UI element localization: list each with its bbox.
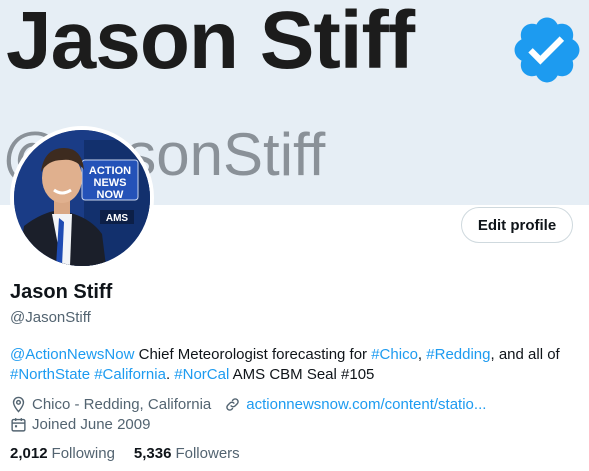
following-link[interactable]: 2,012 Following [10, 445, 115, 462]
sign-line2: NEWS [94, 177, 127, 189]
hashtag-northstate[interactable]: #NorthState [10, 366, 90, 383]
follow-stats: 2,012 Following 5,336 Followers [10, 445, 240, 462]
profile-display-name: Jason Stiff [10, 281, 113, 303]
followers-label: Followers [175, 445, 240, 462]
location-text: Chico - Redding, California [32, 396, 212, 413]
location-pin-icon [12, 396, 25, 413]
profile-meta-row: Chico - Redding, California actionnewsno… [10, 396, 486, 413]
profile-location: Chico - Redding, California [10, 396, 211, 413]
followers-link[interactable]: 5,336 Followers [134, 445, 240, 462]
hashtag-chico[interactable]: #Chico [371, 346, 418, 363]
joined-text: Joined June 2009 [32, 416, 151, 433]
sign-line1: ACTION [89, 165, 131, 177]
calendar-icon [11, 418, 26, 432]
verified-badge-icon [514, 17, 580, 83]
bio-text: AMS CBM Seal #105 [229, 366, 375, 383]
profile-username: @JasonStiff [10, 309, 91, 326]
edit-profile-button[interactable]: Edit profile [461, 207, 573, 243]
hashtag-norcal[interactable]: #NorCal [174, 366, 229, 383]
profile-website[interactable]: actionnewsnow.com/content/statio... [224, 396, 486, 413]
hashtag-california[interactable]: #California [94, 366, 166, 383]
sign-line3: NOW [97, 189, 125, 201]
followers-count: 5,336 [133, 445, 172, 462]
avatar-photo: ACTION NEWS NOW AMS [14, 130, 150, 266]
link-icon [226, 398, 240, 411]
sign-ams: AMS [106, 213, 129, 224]
hashtag-redding[interactable]: #Redding [426, 346, 490, 363]
bio-mention-link[interactable]: @ActionNewsNow [10, 346, 134, 363]
website-link[interactable]: actionnewsnow.com/content/statio... [246, 396, 486, 413]
profile-bio: @ActionNewsNow Chief Meteorologist forec… [10, 345, 580, 385]
profile-joined-row: Joined June 2009 [10, 416, 150, 433]
bio-text: , [417, 346, 427, 363]
bio-text: , and all of [490, 346, 560, 363]
avatar[interactable]: ACTION NEWS NOW AMS [10, 126, 154, 270]
bio-text: Chief Meteorologist forecasting for [134, 346, 372, 363]
following-count: 2,012 [10, 445, 48, 462]
banner-name-text: Jason Stiff [6, 0, 415, 86]
profile-joined: Joined June 2009 [10, 416, 150, 433]
following-label: Following [51, 445, 115, 462]
